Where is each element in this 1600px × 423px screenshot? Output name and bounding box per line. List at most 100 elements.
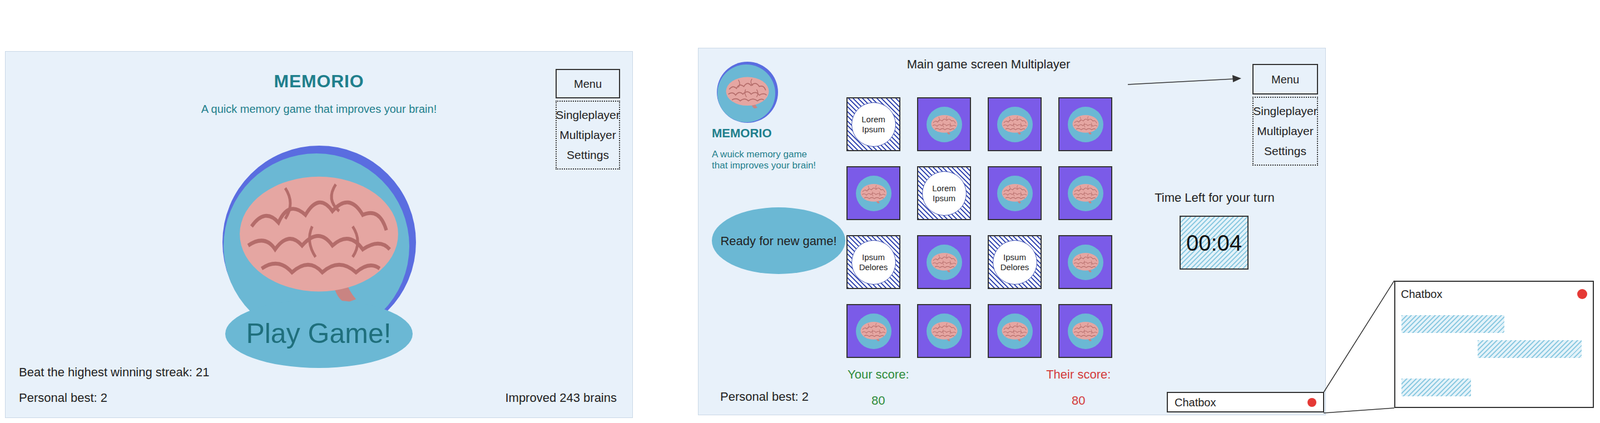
chatbox-label: Chatbox <box>1174 395 1217 410</box>
menu: MenuSingleplayerMultiplayerSettings <box>1252 63 1319 166</box>
menu-item[interactable]: Singleplayer <box>555 105 621 126</box>
chat-title: Chatbox <box>1400 286 1443 302</box>
brain-icon <box>1071 182 1100 205</box>
play-button[interactable]: Play Game! <box>225 299 413 369</box>
card-label: Lorem Ipsum <box>851 102 896 147</box>
card-label: Ipsum Delores <box>992 240 1038 285</box>
chat-message <box>1401 315 1505 334</box>
brain-icon <box>724 75 771 110</box>
brain-icon <box>234 169 404 307</box>
card-circle <box>1067 106 1104 143</box>
card-revealed[interactable]: Ipsum Delores <box>987 235 1042 290</box>
menu-item[interactable]: Singleplayer <box>1252 101 1318 122</box>
brain-icon <box>1071 320 1100 343</box>
game-sidebar: MEMORIO A wuick memory gamethat improves … <box>698 48 847 415</box>
new-game-button[interactable]: Ready for new game! <box>711 207 846 275</box>
card-hidden[interactable] <box>846 166 901 221</box>
card-hidden[interactable] <box>917 97 972 152</box>
card-hidden[interactable] <box>1058 97 1113 152</box>
their-score: Their score: 80 <box>1045 367 1112 409</box>
start-screen: MEMORIO A quick memory game that improves… <box>5 51 633 419</box>
logo-title: MEMORIO <box>711 126 772 141</box>
card-circle <box>1067 175 1104 212</box>
game-screen: MEMORIO A wuick memory gamethat improves … <box>697 47 1326 416</box>
card-revealed[interactable]: Ipsum Delores <box>846 235 901 290</box>
card-revealed[interactable]: Lorem Ipsum <box>917 166 972 221</box>
chat-message <box>1401 378 1471 397</box>
logo-subtitle-line: that improves your brain! <box>711 160 816 172</box>
personal-best: Personal best: 2 <box>18 390 108 406</box>
their-score-label: Their score: <box>1046 367 1111 383</box>
chat-header: Chatbox <box>1400 286 1588 302</box>
stats-row: Personal best: 2 Improved 243 brains <box>18 390 619 406</box>
brain-icon <box>859 182 888 205</box>
card-circle <box>926 313 963 350</box>
chatbox-toggle[interactable]: Chatbox <box>1166 392 1325 413</box>
scores: Your score: 80 Their score: 80 <box>846 367 1112 409</box>
card-label: Ipsum Delores <box>851 240 896 285</box>
menu-button[interactable]: Menu <box>555 68 621 99</box>
logo <box>716 61 779 123</box>
menu-item[interactable]: Multiplayer <box>559 125 617 146</box>
brain-icon <box>1001 114 1029 136</box>
canvas: MEMORIO A quick memory game that improves… <box>0 0 1600 423</box>
card-circle <box>997 106 1033 143</box>
menu-item[interactable]: Settings <box>566 145 609 166</box>
menu-list: SingleplayerMultiplayerSettings <box>1252 96 1319 166</box>
screen-heading: Main game screen Multiplayer <box>846 57 1112 72</box>
your-score-label: Your score: <box>847 367 909 383</box>
brains-improved: Improved 243 brains <box>504 390 619 406</box>
close-dot-icon[interactable] <box>1577 289 1588 300</box>
card-circle <box>997 175 1033 212</box>
card-circle <box>926 244 963 281</box>
menu-item[interactable]: Settings <box>1264 141 1307 162</box>
menu-button[interactable]: Menu <box>1252 63 1319 95</box>
card-hidden[interactable] <box>1058 166 1113 221</box>
card-circle <box>855 313 892 350</box>
their-score-value: 80 <box>1071 393 1086 409</box>
card-hidden[interactable] <box>917 304 972 359</box>
card-hidden[interactable] <box>917 235 972 290</box>
personal-best: Personal best: 2 <box>720 389 809 405</box>
menu-list: SingleplayerMultiplayerSettings <box>555 100 621 170</box>
card-circle <box>855 175 892 212</box>
game-side-panel: MenuSingleplayerMultiplayerSettingsTime … <box>1111 48 1326 415</box>
timer-label: Time Left for your turn <box>1111 190 1326 206</box>
brain-icon <box>930 320 959 343</box>
card-hidden[interactable] <box>846 304 901 359</box>
card-hidden[interactable] <box>987 166 1042 221</box>
brain-icon <box>1001 320 1029 343</box>
brain-icon <box>1071 114 1100 136</box>
connectors <box>0 0 1600 423</box>
card-hidden[interactable] <box>1058 304 1113 359</box>
card-revealed[interactable]: Lorem Ipsum <box>846 97 901 152</box>
chat-message <box>1477 340 1582 359</box>
stats: Beat the highest winning streak: 21Perso… <box>5 364 633 419</box>
menu-item[interactable]: Multiplayer <box>1256 121 1314 142</box>
chat-popup: Chatbox <box>1394 280 1594 409</box>
card-hidden[interactable] <box>1058 235 1113 290</box>
card-circle <box>1067 313 1104 350</box>
card-circle <box>1067 244 1104 281</box>
app-subtitle: A quick memory game that improves your b… <box>201 102 438 116</box>
card-hidden[interactable] <box>987 304 1042 359</box>
card-label: Lorem Ipsum <box>922 171 967 216</box>
hero: Play Game! <box>222 145 416 365</box>
brain-icon <box>1071 251 1100 274</box>
card-grid: Lorem Ipsum Lorem Ipsum Ipsum Delores Ipsum… <box>846 97 1112 359</box>
brain-icon <box>930 114 959 136</box>
timer: 00:04 <box>1179 215 1249 270</box>
logo-subtitle-line: A wuick memory game <box>711 149 816 161</box>
menu: MenuSingleplayerMultiplayerSettings <box>555 68 621 170</box>
your-score: Your score: 80 <box>846 367 911 409</box>
card-circle <box>997 313 1033 350</box>
close-dot-icon[interactable] <box>1307 398 1317 408</box>
brain-icon <box>1001 182 1029 205</box>
logo-subtitle: A wuick memory gamethat improves your br… <box>711 149 816 172</box>
brain-icon <box>859 320 888 343</box>
card-hidden[interactable] <box>987 97 1042 152</box>
brain-icon <box>930 251 959 274</box>
game-board: Main game screen MultiplayerLorem IpsumL… <box>846 48 1112 415</box>
your-score-value: 80 <box>871 393 885 409</box>
app-title: MEMORIO <box>273 71 364 92</box>
